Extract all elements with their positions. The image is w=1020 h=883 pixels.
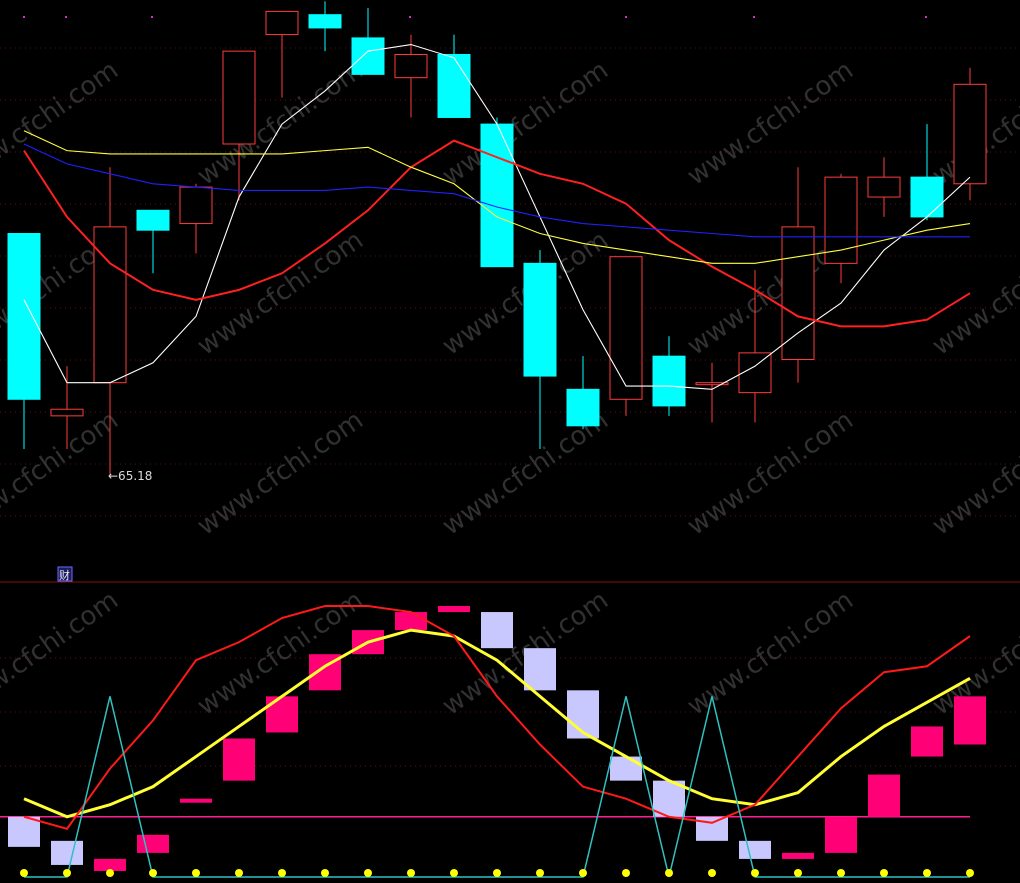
signal-dot (235, 869, 243, 877)
signal-dot (665, 869, 673, 877)
candle-body (652, 355, 686, 407)
signal-dot (536, 869, 544, 877)
candle-body (394, 53, 428, 79)
indicator-bar (137, 834, 169, 853)
indicator-bar (954, 696, 986, 745)
indicator-bar (8, 816, 40, 847)
signal-dot (321, 869, 329, 877)
candle-body (7, 233, 41, 400)
indicator-panel (0, 605, 986, 878)
candle-body (609, 256, 643, 400)
candle-body (308, 14, 342, 29)
indicator-bar (911, 726, 943, 757)
candle-body (781, 226, 815, 360)
signal-dot (966, 869, 974, 877)
watermark-text: www.cfchi.com (0, 585, 124, 721)
indicator-bar (395, 612, 427, 631)
indicator-bar (51, 840, 83, 865)
watermark-text: www.cfchi.com (927, 405, 1020, 541)
signal-dot (923, 869, 931, 877)
signal-dot (20, 869, 28, 877)
candle-body (437, 53, 471, 118)
watermark-text: www.cfchi.com (192, 225, 369, 361)
signal-dot (751, 869, 759, 877)
candle-body (523, 262, 557, 377)
indicator-bar (825, 816, 857, 853)
top-tick-mark (23, 16, 25, 18)
candle-body (265, 10, 299, 36)
indicator-bar (266, 696, 298, 733)
candle-body (136, 209, 170, 231)
candle-body (910, 176, 944, 218)
signal-dot (622, 869, 630, 877)
low-price-annotation: ←65.18 (108, 469, 152, 483)
signal-dot (192, 869, 200, 877)
signal-dot (708, 869, 716, 877)
signal-dot (106, 869, 114, 877)
top-tick-mark (65, 16, 67, 18)
watermark-text: www.cfchi.com (682, 405, 859, 541)
signal-dot (407, 869, 415, 877)
signal-dot (63, 869, 71, 877)
watermark-text: www.cfchi.com (927, 225, 1020, 361)
signal-dot (837, 869, 845, 877)
indicator-bar (223, 738, 255, 781)
watermark-text: www.cfchi.com (0, 405, 124, 541)
watermark-text: www.cfchi.com (682, 55, 859, 191)
finance-badge[interactable]: 财 (57, 566, 73, 582)
watermark-text: www.cfchi.com (192, 405, 369, 541)
top-tick-mark (625, 16, 627, 18)
indicator-bar (481, 612, 513, 649)
top-tick-mark (753, 16, 755, 18)
indicator-bar (180, 798, 212, 803)
signal-dot (149, 869, 157, 877)
candle-body (179, 186, 213, 225)
indicator-bar (524, 648, 556, 691)
candle-body (480, 123, 514, 268)
signal-dot (450, 869, 458, 877)
signal-dot (579, 869, 587, 877)
indicator-bar (739, 840, 771, 859)
top-tick-mark (925, 16, 927, 18)
candle-body (351, 37, 385, 75)
watermark-text: www.cfchi.com (192, 55, 369, 191)
signal-dot (794, 869, 802, 877)
signal-dot (880, 869, 888, 877)
signal-dot (364, 869, 372, 877)
candle-body (222, 50, 256, 145)
watermark-text: www.cfchi.com (682, 585, 859, 721)
signal-dot (493, 869, 501, 877)
indicator-bar (610, 756, 642, 781)
chart-canvas: www.cfchi.com www.cfchi.com www.cfchi.com w… (0, 1, 1020, 878)
signal-dot (278, 869, 286, 877)
finance-badge-label: 财 (59, 568, 70, 582)
candle-body (566, 388, 600, 427)
candle-body (953, 83, 987, 185)
candle-body (867, 176, 901, 198)
indicator-bar (438, 606, 470, 613)
candle-body (50, 408, 84, 417)
indicator-bar (868, 774, 900, 817)
watermark-text: www.cfchi.com (0, 55, 124, 191)
top-tick-mark (151, 16, 153, 18)
indicator-bar (782, 852, 814, 859)
top-tick-mark (409, 16, 411, 18)
